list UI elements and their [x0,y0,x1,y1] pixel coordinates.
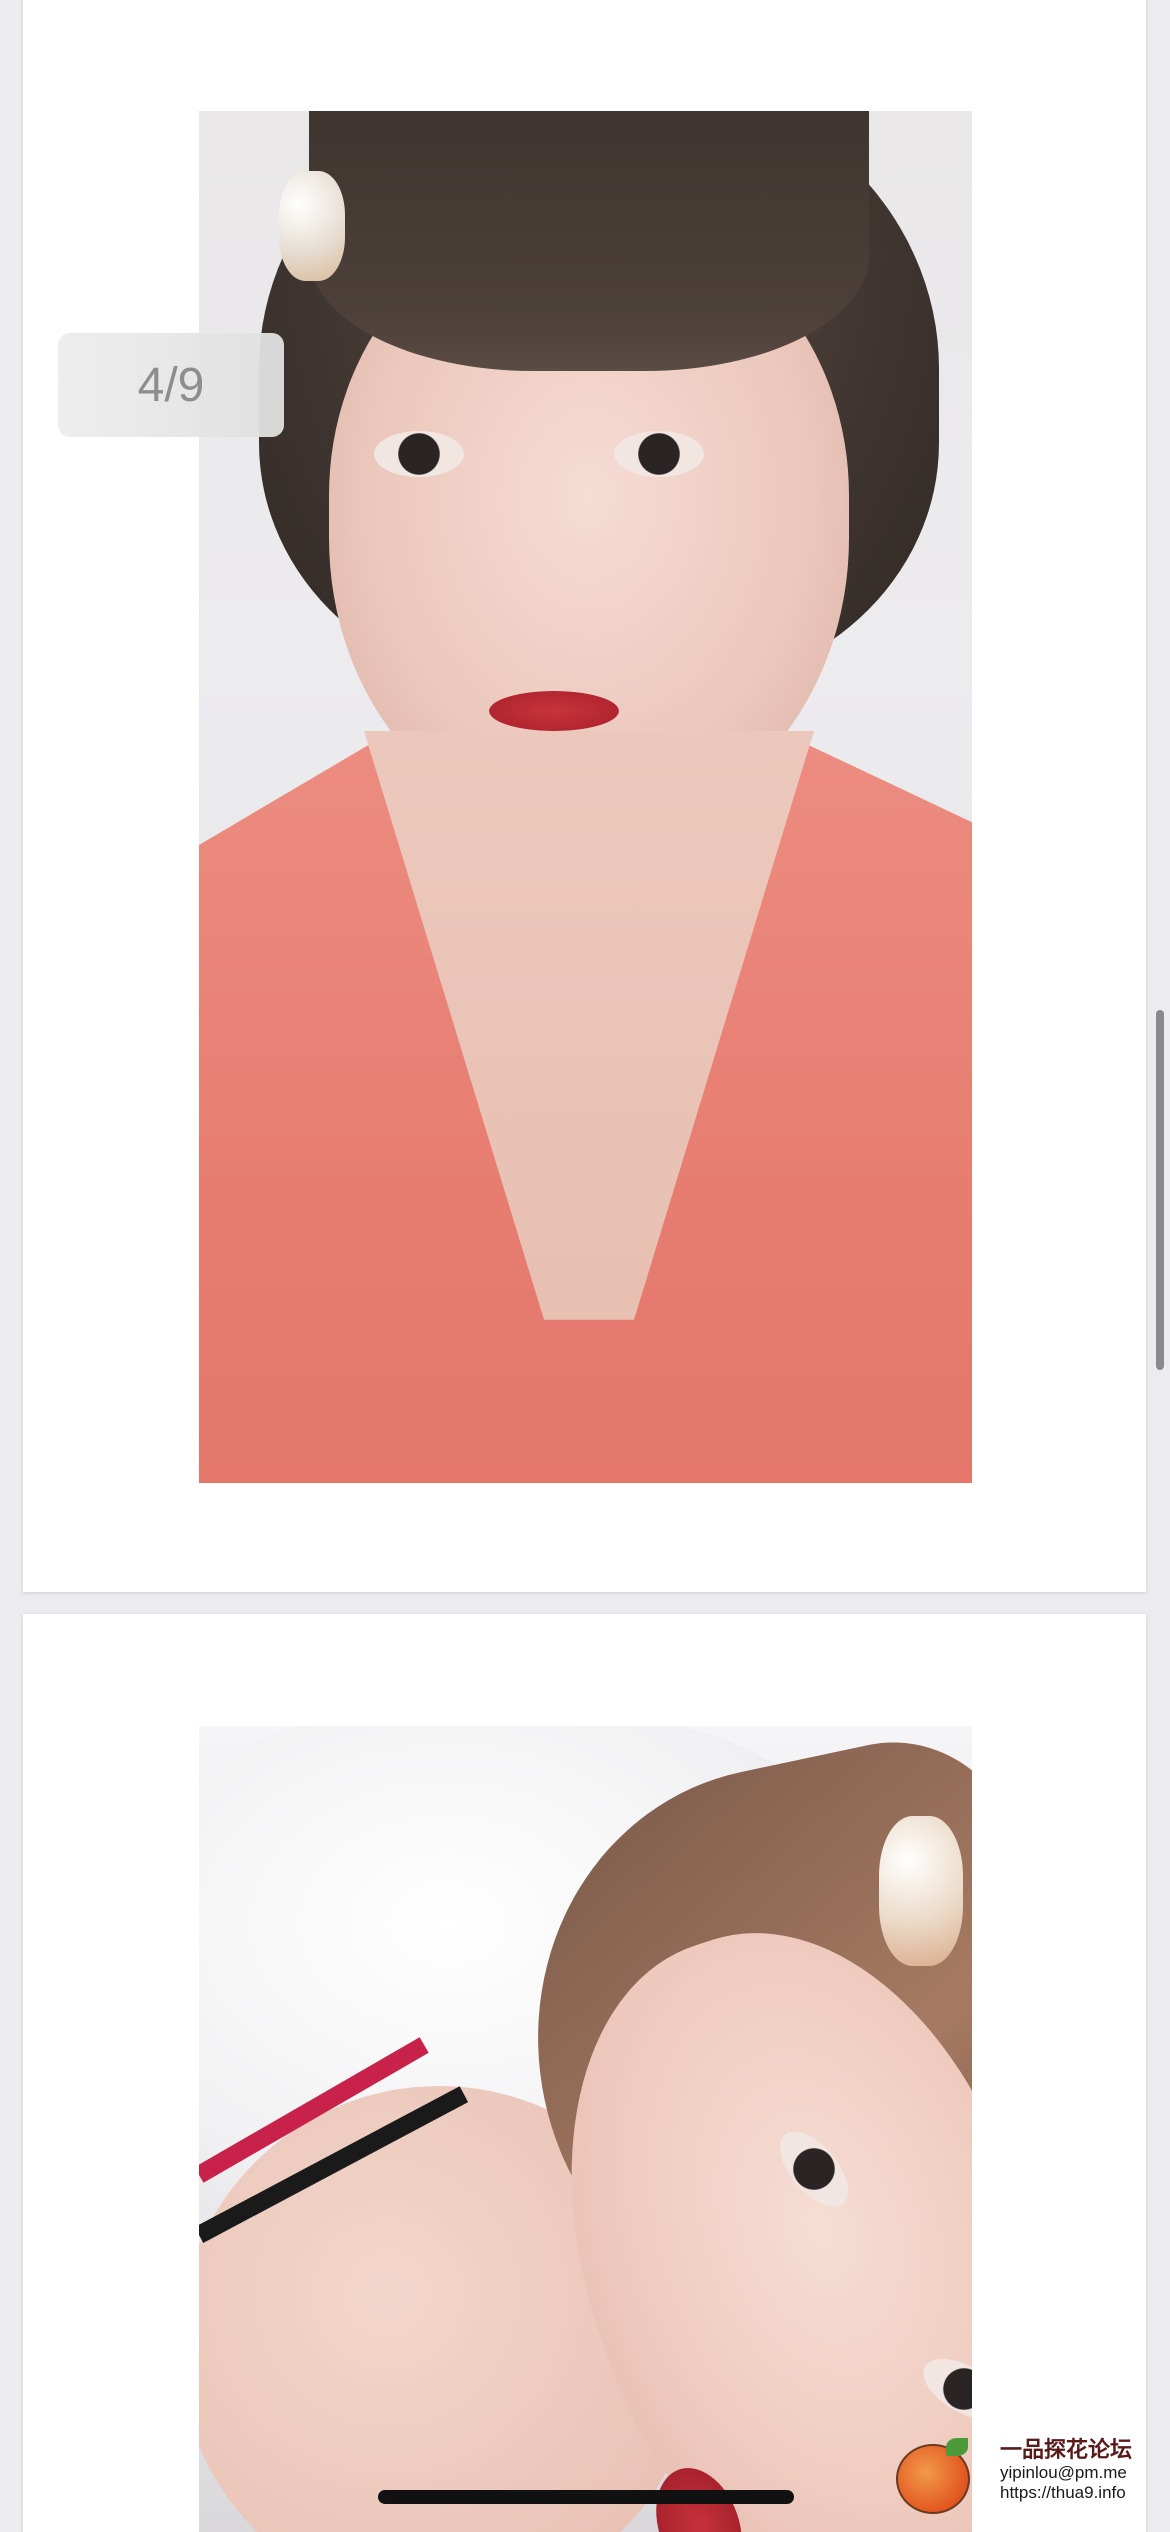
page-counter: 4/9 [58,333,284,437]
home-indicator[interactable] [378,2490,794,2504]
watermark-title: 一品探花论坛 [1000,2438,1133,2463]
page-counter-label: 4/9 [137,358,205,412]
leaf-icon [946,2438,968,2456]
image-viewer: 4/9 一品探花论坛 yipinlou@pm.me https://thua9.… [0,0,1170,2532]
watermark-email: yipinlou@pm.me [1000,2463,1127,2483]
image-page-card [23,0,1146,1592]
vertical-scrollbar[interactable] [1156,1010,1164,1370]
photo-image[interactable] [199,1726,972,2532]
watermark-url: https://thua9.info [1000,2482,1126,2502]
photo-image[interactable] [199,111,972,1483]
watermark: 一品探花论坛 yipinlou@pm.me https://thua9.info [896,2438,1168,2528]
image-page-card-next [23,1614,1146,2532]
